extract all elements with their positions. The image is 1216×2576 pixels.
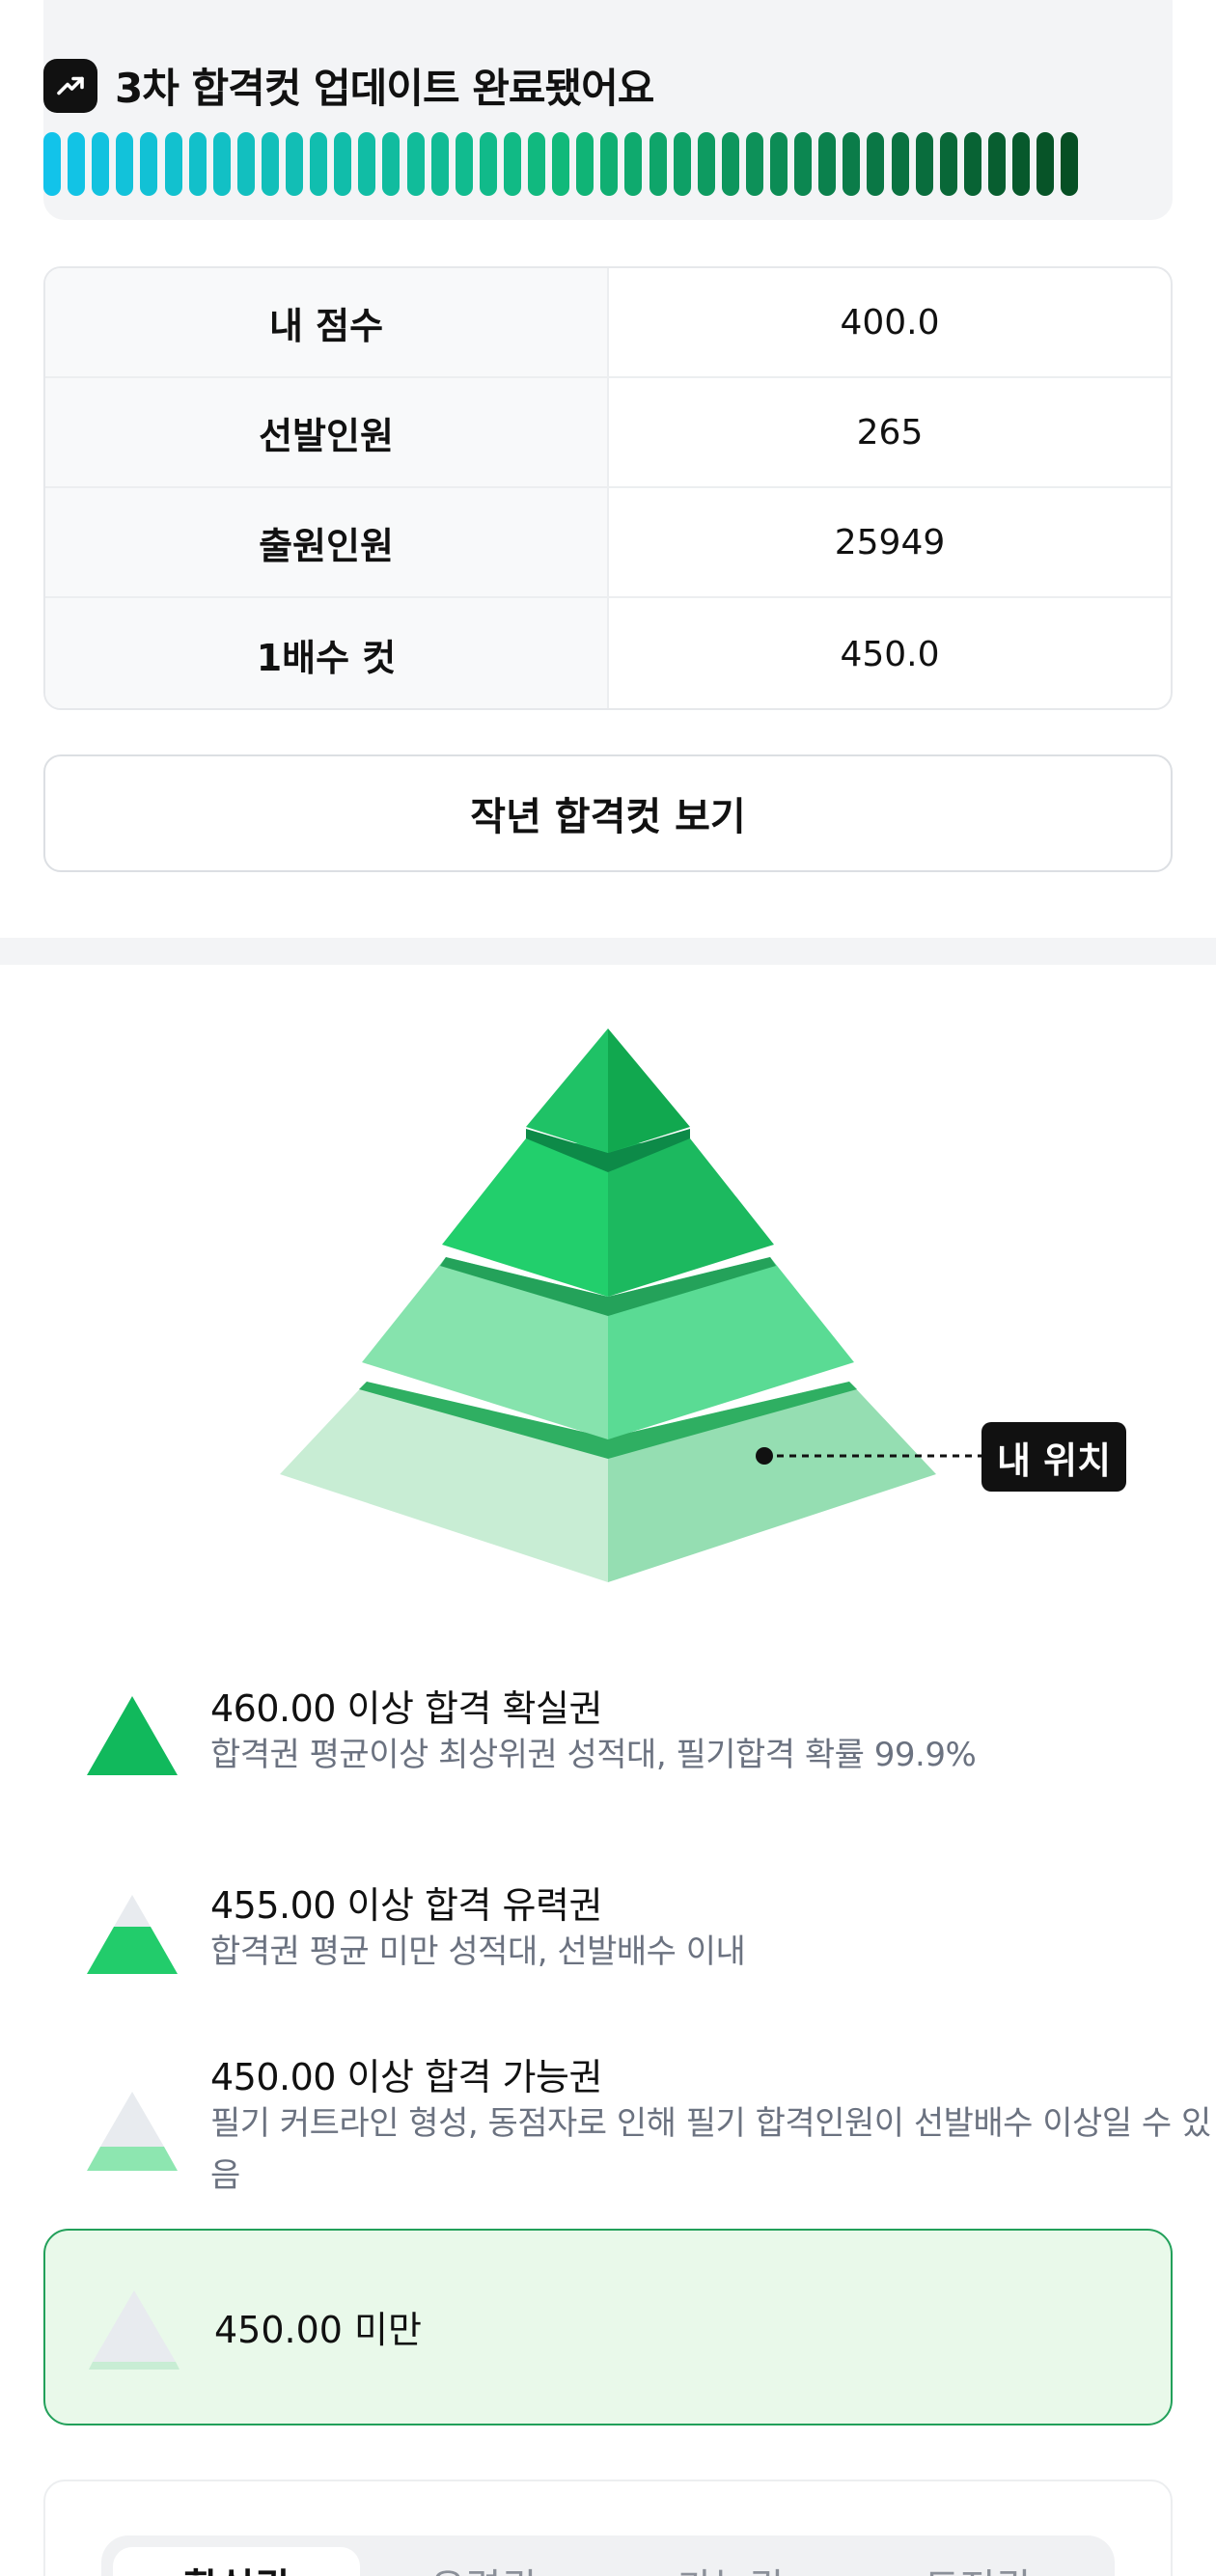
triangle-icon-possible xyxy=(87,2092,178,2171)
table-row: 내 점수 400.0 xyxy=(45,268,1171,378)
row-value: 450.0 xyxy=(840,634,940,674)
tab-card: 확실권 유력권 가능권 도전권 xyxy=(43,2480,1173,2576)
legend-item-certain: 460.00 이상 합격 확실권 합격권 평균이상 최상위권 성적대, 필기합격… xyxy=(87,1679,1148,1804)
progress-bar-segment xyxy=(1061,132,1079,196)
progress-bar-segment xyxy=(261,132,279,196)
tab-bar: 확실권 유력권 가능권 도전권 xyxy=(101,2535,1115,2576)
triangle-icon-certain xyxy=(87,1696,178,1775)
tab-likely[interactable]: 유력권 xyxy=(360,2547,607,2576)
progress-bar-segment xyxy=(963,132,981,196)
progress-bar-segment xyxy=(552,132,570,196)
progress-bar-segment xyxy=(528,132,545,196)
progress-bar-segment xyxy=(939,132,957,196)
legend-title: 450.00 이상 합격 가능권 xyxy=(210,2056,602,2098)
row-label: 1배수 컷 xyxy=(45,598,609,708)
progress-bar-segment xyxy=(624,132,643,196)
legend-desc: 합격권 평균이상 최상위권 성적대, 필기합격 확률 99.9% xyxy=(210,1736,977,1774)
trending-up-icon xyxy=(43,58,97,113)
progress-bar-segment xyxy=(649,132,667,196)
progress-bar-segment xyxy=(92,132,110,196)
progress-bar-segment xyxy=(212,132,231,196)
progress-bar-segment xyxy=(770,132,788,196)
row-label: 선발인원 xyxy=(45,378,609,486)
triangle-icon-likely xyxy=(87,1895,178,1974)
tab-certain[interactable]: 확실권 xyxy=(113,2547,360,2576)
legend-desc: 필기 커트라인 형성, 동점자로 인해 필기 합격인원이 선발배수 이상일 수 … xyxy=(210,2104,1211,2195)
legend-title: 460.00 이상 합격 확실권 xyxy=(210,1687,602,1730)
progress-bar-segment xyxy=(164,132,182,196)
table-row: 출원인원 25949 xyxy=(45,488,1171,598)
legend-desc: 합격권 평균 미만 성적대, 선발배수 이내 xyxy=(210,1932,746,1971)
progress-bar-segment xyxy=(1012,132,1030,196)
score-table: 내 점수 400.0 선발인원 265 출원인원 25949 1배수 컷 450… xyxy=(43,266,1173,710)
prev-year-cutoff-button[interactable]: 작년 합격컷 보기 xyxy=(43,754,1173,872)
progress-bar-segment xyxy=(286,132,303,196)
progress-bar-segment xyxy=(987,132,1006,196)
progress-bar-segment xyxy=(479,132,497,196)
update-header: 3차 합격컷 업데이트 완료됐어요 xyxy=(43,56,654,115)
progress-bar-segment xyxy=(867,132,885,196)
progress-bar-segment xyxy=(68,132,86,196)
progress-bar-segment xyxy=(43,132,61,196)
progress-bar-segment xyxy=(406,132,425,196)
triangle-icon-below xyxy=(89,2290,180,2370)
progress-bar-segment xyxy=(891,132,909,196)
progress-bar-segment xyxy=(818,132,837,196)
progress-bar-segment xyxy=(600,132,619,196)
progress-bar-segment xyxy=(358,132,376,196)
row-value: 265 xyxy=(856,412,924,452)
tab-possible[interactable]: 가능권 xyxy=(607,2547,854,2576)
row-value: 25949 xyxy=(834,522,946,562)
legend-item-likely: 455.00 이상 합격 유력권 합격권 평균 미만 성적대, 선발배수 이내 xyxy=(87,1876,1148,2001)
current-range-card: 450.00 미만 xyxy=(43,2229,1173,2425)
progress-bar-segment xyxy=(236,132,255,196)
progress-bar-segment xyxy=(576,132,594,196)
row-label: 출원인원 xyxy=(45,488,609,596)
table-row: 1배수 컷 450.0 xyxy=(45,598,1171,708)
table-row: 선발인원 265 xyxy=(45,378,1171,488)
row-value: 400.0 xyxy=(840,302,940,343)
progress-bar-segment xyxy=(188,132,207,196)
progress-bar-segment xyxy=(1036,132,1055,196)
my-position-label: 내 위치 xyxy=(981,1422,1126,1492)
tab-challenge[interactable]: 도전권 xyxy=(854,2547,1101,2576)
progress-bar-segment xyxy=(697,132,715,196)
progress-bar-segment xyxy=(843,132,861,196)
progress-bar-segment xyxy=(503,132,521,196)
progress-bar-segment xyxy=(455,132,473,196)
progress-bar-segment xyxy=(745,132,763,196)
progress-bar-segment xyxy=(673,132,691,196)
progress-bar-segment xyxy=(140,132,158,196)
update-title: 3차 합격컷 업데이트 완료됐어요 xyxy=(115,65,654,112)
update-progress-bars xyxy=(43,132,1086,196)
progress-bar-segment xyxy=(430,132,449,196)
progress-bar-segment xyxy=(915,132,933,196)
legend-title: 455.00 이상 합격 유력권 xyxy=(210,1884,602,1927)
row-label: 내 점수 xyxy=(45,268,609,376)
section-divider xyxy=(0,938,1216,965)
legend-title: 450.00 미만 xyxy=(214,2309,422,2351)
progress-bar-segment xyxy=(794,132,813,196)
progress-bar-segment xyxy=(116,132,134,196)
progress-bar-segment xyxy=(382,132,401,196)
progress-bar-segment xyxy=(310,132,328,196)
progress-bar-segment xyxy=(721,132,739,196)
progress-bar-segment xyxy=(334,132,352,196)
pass-level-pyramid xyxy=(280,1028,981,1582)
legend-item-possible: 450.00 이상 합격 가능권 필기 커트라인 형성, 동점자로 인해 필기 … xyxy=(87,2047,1211,2211)
